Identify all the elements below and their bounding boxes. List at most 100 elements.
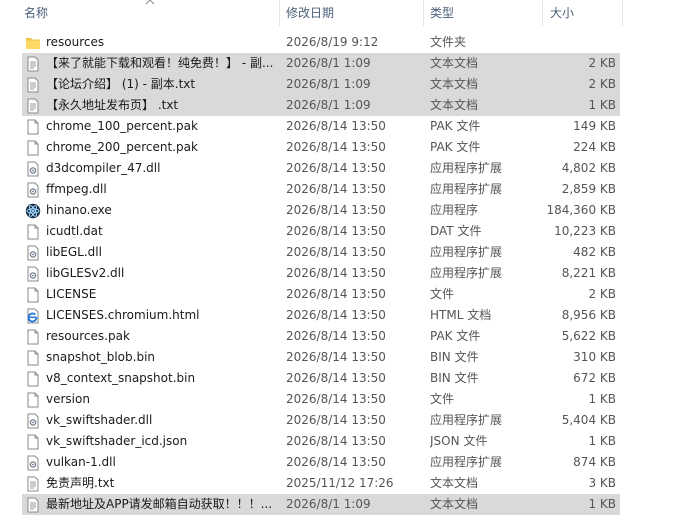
file-row[interactable]: ffmpeg.dll 2026/8/14 13:50 应用程序扩展 2,859 KB	[22, 179, 620, 200]
file-date: 2026/8/14 13:50	[286, 266, 386, 280]
file-date: 2026/8/14 13:50	[286, 329, 386, 343]
file-type: BIN 文件	[430, 371, 479, 385]
sort-ascending-icon	[145, 0, 155, 5]
dll-icon	[25, 158, 41, 179]
file-row[interactable]: hinano.exe 2026/8/14 13:50 应用程序 184,360 KB	[22, 200, 620, 221]
file-row[interactable]: LICENSE 2026/8/14 13:50 文件 2 KB	[22, 284, 620, 305]
file-size: 482 KB	[573, 245, 616, 259]
file-date: 2026/8/14 13:50	[286, 371, 386, 385]
file-type: 应用程序扩展	[430, 182, 503, 196]
text-file-icon	[25, 494, 41, 515]
file-row[interactable]: 最新地址及APP请发邮箱自动获取！！！... 2026/8/1 1:09 文本文档 1…	[22, 494, 620, 515]
file-row[interactable]: 【永久地址发布页】 .txt 2026/8/1 1:09 文本文档 1 KB	[22, 95, 620, 116]
file-row[interactable]: 免责声明.txt 2025/11/12 17:26 文本文档 3 KB	[22, 473, 620, 494]
file-row[interactable]: 【论坛介绍】 (1) - 副本.txt 2026/8/1 1:09 文本文档 2 KB	[22, 74, 620, 95]
file-type: PAK 文件	[430, 119, 481, 133]
file-row[interactable]: vulkan-1.dll 2026/8/14 13:50 应用程序扩展 874 KB	[22, 452, 620, 473]
column-divider[interactable]	[622, 0, 623, 26]
text-file-icon	[25, 74, 41, 95]
file-date: 2026/8/14 13:50	[286, 203, 386, 217]
file-icon	[25, 221, 41, 242]
file-type: PAK 文件	[430, 140, 481, 154]
file-name: chrome_100_percent.pak	[46, 119, 198, 133]
file-type: 文本文档	[430, 77, 479, 91]
file-date: 2026/8/1 1:09	[286, 497, 371, 511]
file-type: HTML 文档	[430, 308, 492, 322]
column-divider[interactable]	[279, 0, 280, 26]
file-type: 文件	[430, 287, 455, 301]
file-size: 1 KB	[588, 497, 616, 511]
file-row[interactable]: chrome_200_percent.pak 2026/8/14 13:50 PAK…	[22, 137, 620, 158]
file-name: vk_swiftshader_icd.json	[46, 434, 188, 448]
file-row[interactable]: vk_swiftshader_icd.json 2026/8/14 13:50 JS…	[22, 431, 620, 452]
file-size: 184,360 KB	[546, 203, 616, 217]
file-size: 8,956 KB	[561, 308, 616, 322]
file-date: 2026/8/14 13:50	[286, 392, 386, 406]
file-size: 1 KB	[588, 392, 616, 406]
file-icon	[25, 326, 41, 347]
file-size: 8,221 KB	[561, 266, 616, 280]
file-size: 3 KB	[588, 476, 616, 490]
file-type: 应用程序扩展	[430, 413, 503, 427]
file-date: 2026/8/14 13:50	[286, 350, 386, 364]
file-type: 文本文档	[430, 497, 479, 511]
file-size: 2 KB	[588, 77, 616, 91]
dll-icon	[25, 263, 41, 284]
file-row[interactable]: v8_context_snapshot.bin 2026/8/14 13:50 BI…	[22, 368, 620, 389]
file-type: 应用程序扩展	[430, 266, 503, 280]
file-size: 2,859 KB	[561, 182, 616, 196]
file-date: 2026/8/14 13:50	[286, 161, 386, 175]
file-row[interactable]: icudtl.dat 2026/8/14 13:50 DAT 文件 10,223 KB	[22, 221, 620, 242]
file-date: 2026/8/14 13:50	[286, 287, 386, 301]
file-size: 4,802 KB	[561, 161, 616, 175]
file-row[interactable]: libGLESv2.dll 2026/8/14 13:50 应用程序扩展 8,221 …	[22, 263, 620, 284]
file-date: 2026/8/14 13:50	[286, 182, 386, 196]
file-name: icudtl.dat	[46, 224, 103, 238]
file-type: BIN 文件	[430, 350, 479, 364]
file-size: 1 KB	[588, 434, 616, 448]
file-size: 5,622 KB	[561, 329, 616, 343]
column-header-type[interactable]: 类型	[430, 0, 454, 26]
text-file-icon	[25, 473, 41, 494]
file-date: 2026/8/14 13:50	[286, 245, 386, 259]
file-name: version	[46, 392, 90, 406]
file-name: v8_context_snapshot.bin	[46, 371, 196, 385]
file-name: resources	[46, 35, 105, 49]
file-size: 2 KB	[588, 287, 616, 301]
dll-icon	[25, 410, 41, 431]
text-file-icon	[25, 53, 41, 74]
file-row[interactable]: chrome_100_percent.pak 2026/8/14 13:50 PAK…	[22, 116, 620, 137]
column-header-date[interactable]: 修改日期	[286, 0, 334, 26]
file-row[interactable]: vk_swiftshader.dll 2026/8/14 13:50 应用程序扩展 5…	[22, 410, 620, 431]
file-date: 2026/8/14 13:50	[286, 224, 386, 238]
file-name: LICENSE	[46, 287, 97, 301]
file-type: 应用程序扩展	[430, 161, 503, 175]
column-divider[interactable]	[542, 0, 543, 26]
file-date: 2026/8/1 1:09	[286, 77, 371, 91]
html-icon	[25, 305, 41, 326]
file-row[interactable]: snapshot_blob.bin 2026/8/14 13:50 BIN 文件 31…	[22, 347, 620, 368]
file-row[interactable]: 【来了就能下载和观看！纯免费！】 - 副... 2026/8/1 1:09 文本文档…	[22, 53, 620, 74]
file-type: 文本文档	[430, 98, 479, 112]
file-name: vk_swiftshader.dll	[46, 413, 153, 427]
text-file-icon	[25, 95, 41, 116]
file-name: resources.pak	[46, 329, 130, 343]
column-divider[interactable]	[423, 0, 424, 26]
file-row[interactable]: LICENSES.chromium.html 2026/8/14 13:50 HTM…	[22, 305, 620, 326]
file-row[interactable]: libEGL.dll 2026/8/14 13:50 应用程序扩展 482 KB	[22, 242, 620, 263]
file-icon	[25, 284, 41, 305]
dll-icon	[25, 242, 41, 263]
file-name: 最新地址及APP请发邮箱自动获取！！！...	[46, 497, 273, 511]
file-row[interactable]: resources 2026/8/19 9:12 文件夹	[22, 32, 620, 53]
file-type: 文件夹	[430, 35, 467, 49]
file-row[interactable]: d3dcompiler_47.dll 2026/8/14 13:50 应用程序扩展 4…	[22, 158, 620, 179]
file-row[interactable]: resources.pak 2026/8/14 13:50 PAK 文件 5,622 …	[22, 326, 620, 347]
file-name: chrome_200_percent.pak	[46, 140, 198, 154]
file-type: JSON 文件	[430, 434, 488, 448]
column-header-size[interactable]: 大小	[550, 0, 574, 26]
column-header-bar: 名称 修改日期 类型 大小	[0, 0, 679, 26]
file-type: PAK 文件	[430, 329, 481, 343]
file-date: 2025/11/12 17:26	[286, 476, 394, 490]
file-row[interactable]: version 2026/8/14 13:50 文件 1 KB	[22, 389, 620, 410]
column-header-name[interactable]: 名称	[24, 0, 48, 26]
